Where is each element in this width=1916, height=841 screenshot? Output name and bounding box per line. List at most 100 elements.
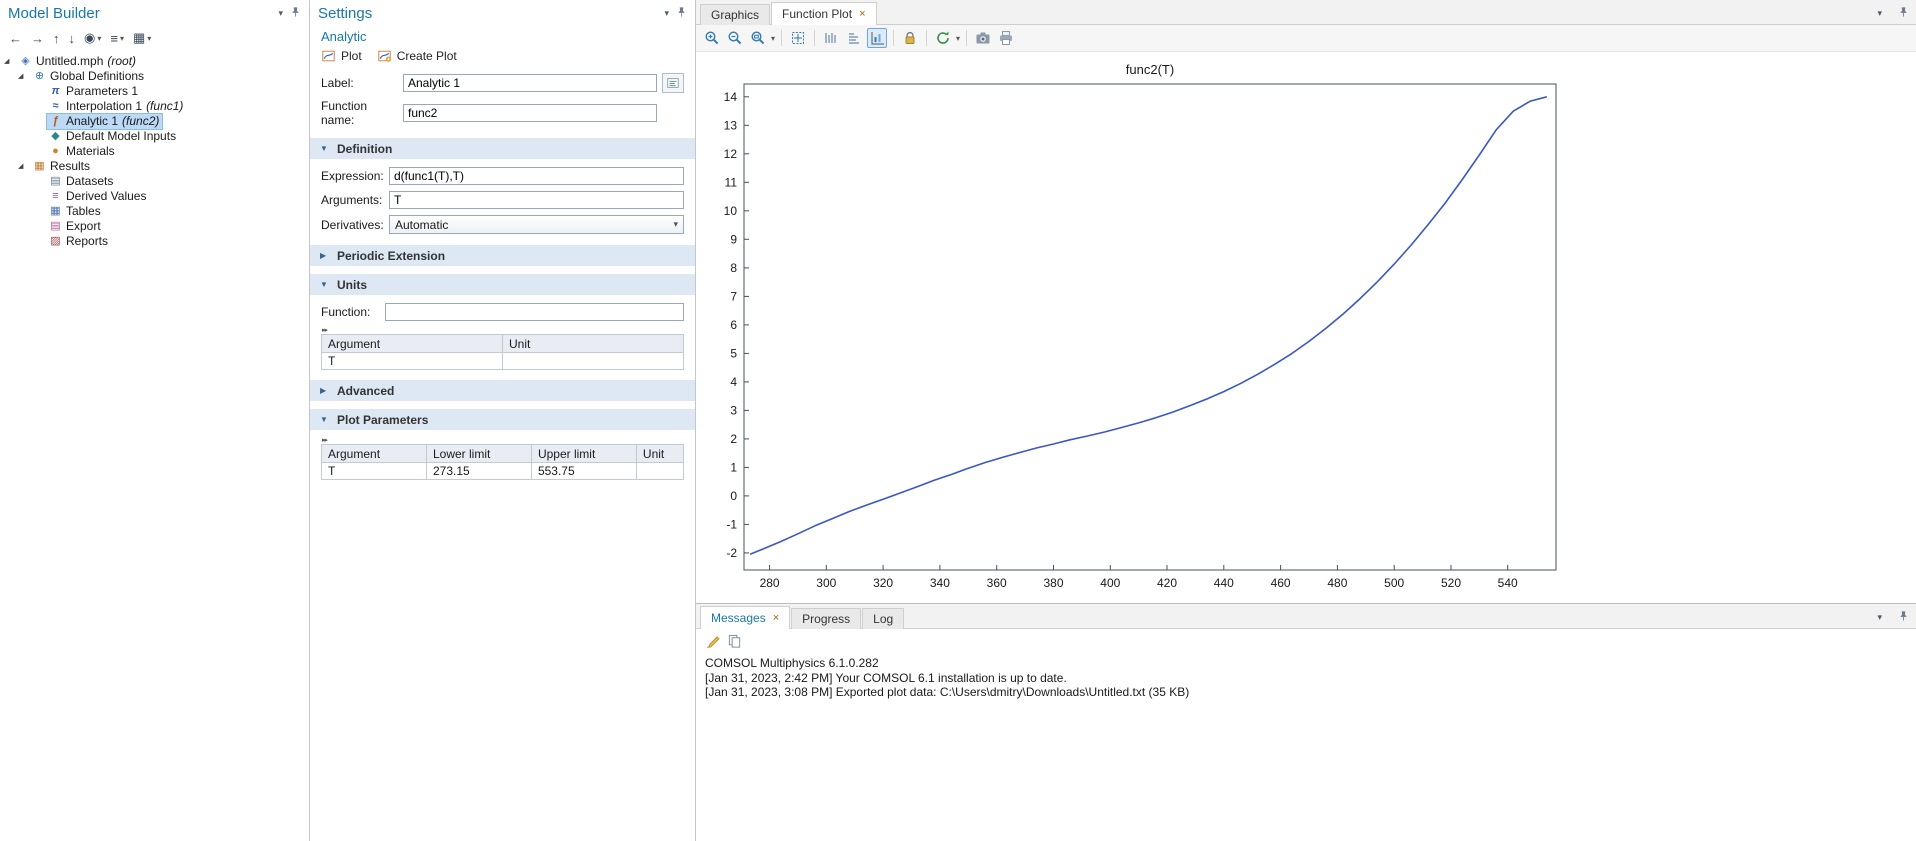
pp-unit-cell[interactable]	[636, 463, 683, 480]
tree-item-results[interactable]: ◢ ▦Results	[0, 159, 309, 174]
pin-icon[interactable]	[1898, 610, 1909, 624]
section-title: Definition	[337, 142, 392, 156]
units-unit-cell[interactable]	[503, 353, 684, 370]
go-back-button[interactable]: ←	[9, 31, 22, 46]
panel-menu-icon[interactable]: ▾	[664, 8, 669, 19]
collapse-expand-button[interactable]: ≡▾	[110, 31, 124, 46]
go-forward-button[interactable]: →	[31, 31, 44, 46]
expand-twisty-icon[interactable]: ◢	[18, 159, 30, 174]
section-collapsed-icon: ▶	[320, 251, 329, 260]
analytic-function-icon: ƒ	[48, 114, 63, 129]
show-axes-button-active[interactable]	[867, 28, 887, 48]
settings-panel: Settings ▾ Analytic Plot Create Plot Lab…	[310, 0, 696, 841]
tree-item-default-model-inputs[interactable]: ◆Default Model Inputs	[0, 129, 309, 144]
tree-item-derived-values[interactable]: ≡Derived Values	[0, 189, 309, 204]
panel-menu-icon[interactable]: ▾	[278, 8, 283, 19]
tab-function-plot[interactable]: Function Plot ×	[771, 2, 876, 25]
zoom-in-button[interactable]	[702, 28, 722, 48]
show-legends-button[interactable]	[844, 28, 864, 48]
tab-log[interactable]: Log	[862, 608, 904, 629]
node-options-button[interactable]: ▦▾	[133, 30, 151, 46]
svg-text:-1: -1	[726, 517, 737, 531]
section-expanded-icon: ▼	[320, 144, 329, 153]
tree-item-label: Untitled.mph	[36, 54, 103, 69]
function-name-input[interactable]	[403, 104, 657, 122]
settings-subtitle: Analytic	[310, 26, 695, 45]
panel-menu-icon[interactable]: ▾	[1877, 8, 1882, 19]
section-advanced[interactable]: ▶ Advanced	[310, 380, 695, 401]
copy-button[interactable]	[727, 634, 742, 649]
pin-icon[interactable]	[290, 6, 301, 20]
function-plot-chart[interactable]: func2(T)28030032034036038040042044046048…	[700, 58, 1570, 603]
table-marker-icon[interactable]: ▸▸	[322, 436, 327, 444]
zoom-out-button[interactable]	[725, 28, 745, 48]
expand-twisty-icon[interactable]: ◢	[18, 69, 30, 84]
graphics-toolbar: ▾ ▾	[696, 25, 1916, 52]
tree-item-suffix: (func2)	[122, 114, 159, 129]
message-line: [Jan 31, 2023, 2:42 PM] Your COMSOL 6.1 …	[705, 671, 1907, 686]
tree-item-export[interactable]: ▤Export	[0, 219, 309, 234]
toolbar-separator	[966, 30, 967, 46]
tree-item-parameters-1[interactable]: πParameters 1	[0, 84, 309, 99]
zoom-box-button[interactable]	[748, 28, 768, 48]
expression-field-row: Expression:	[310, 165, 695, 187]
tree-item-materials[interactable]: ●Materials	[0, 144, 309, 159]
plot-button[interactable]: Plot	[321, 49, 362, 63]
create-plot-button[interactable]: Create Plot	[377, 49, 457, 63]
expression-input[interactable]	[389, 167, 684, 185]
tree-item-analytic-1[interactable]: ƒAnalytic 1 (func2)	[0, 114, 309, 129]
pp-lower-limit-cell[interactable]: 273.15	[426, 463, 531, 480]
clear-messages-button[interactable]	[705, 634, 720, 649]
section-plot-parameters[interactable]: ▼ Plot Parameters	[310, 409, 695, 430]
settings-toolbar: Plot Create Plot	[310, 45, 695, 70]
tree-item-tables[interactable]: ▦Tables	[0, 204, 309, 219]
section-definition[interactable]: ▼ Definition	[310, 138, 695, 159]
units-function-input[interactable]	[385, 303, 684, 321]
pin-icon[interactable]	[676, 6, 687, 20]
plot-canvas[interactable]: func2(T)28030032034036038040042044046048…	[696, 52, 1916, 603]
tree-item-reports[interactable]: ▨Reports	[0, 234, 309, 249]
close-tab-icon[interactable]: ×	[773, 612, 779, 624]
section-expanded-icon: ▼	[320, 280, 329, 289]
pp-header-upper-limit: Upper limit	[531, 445, 636, 463]
messages-panel: Messages × Progress Log ▾ COMSOL	[696, 603, 1916, 841]
arguments-input[interactable]	[389, 191, 684, 209]
image-snapshot-button[interactable]	[973, 28, 993, 48]
pp-argument-cell[interactable]: T	[322, 463, 427, 480]
pp-upper-limit-cell[interactable]: 553.75	[531, 463, 636, 480]
tree-item-datasets[interactable]: ▤Datasets	[0, 174, 309, 189]
pin-icon[interactable]	[1898, 6, 1909, 20]
chevron-down-icon[interactable]: ▾	[956, 34, 960, 43]
svg-text:-2: -2	[726, 546, 737, 560]
plot-icon	[321, 49, 336, 63]
tree-item-root[interactable]: ◢ ◈Untitled.mph(root)	[0, 54, 309, 69]
show-button[interactable]: ◉▾	[84, 30, 101, 46]
tree-item-label: Analytic 1	[66, 114, 118, 129]
rename-label-button[interactable]	[662, 73, 684, 93]
tree-item-global-definitions[interactable]: ◢ ⊕Global Definitions	[0, 69, 309, 84]
print-button[interactable]	[996, 28, 1016, 48]
close-tab-icon[interactable]: ×	[859, 8, 865, 20]
move-down-button[interactable]: ↓	[69, 31, 76, 46]
lock-axes-button[interactable]	[900, 28, 920, 48]
section-expanded-icon: ▼	[320, 415, 329, 424]
tree-item-label: Parameters 1	[66, 84, 138, 99]
section-units[interactable]: ▼ Units	[310, 274, 695, 295]
panel-menu-icon[interactable]: ▾	[1877, 612, 1882, 623]
derivatives-select[interactable]: Automatic ▾	[389, 215, 684, 234]
tree-item-interpolation-1[interactable]: ≈Interpolation 1(func1)	[0, 99, 309, 114]
tab-messages[interactable]: Messages ×	[700, 606, 790, 629]
table-marker-icon[interactable]: ▸▸	[322, 326, 327, 334]
zoom-extents-button[interactable]	[788, 28, 808, 48]
update-plot-button[interactable]	[933, 28, 953, 48]
units-argument-cell[interactable]: T	[322, 353, 503, 370]
tab-graphics[interactable]: Graphics	[700, 4, 770, 25]
expand-twisty-icon[interactable]: ◢	[4, 54, 16, 69]
move-up-button[interactable]: ↑	[53, 31, 60, 46]
tab-progress[interactable]: Progress	[791, 608, 861, 629]
label-input[interactable]	[403, 74, 657, 92]
axis-limits-button[interactable]	[821, 28, 841, 48]
tree-item-label: Reports	[66, 234, 108, 249]
chevron-down-icon[interactable]: ▾	[771, 34, 775, 43]
section-periodic-extension[interactable]: ▶ Periodic Extension	[310, 245, 695, 266]
